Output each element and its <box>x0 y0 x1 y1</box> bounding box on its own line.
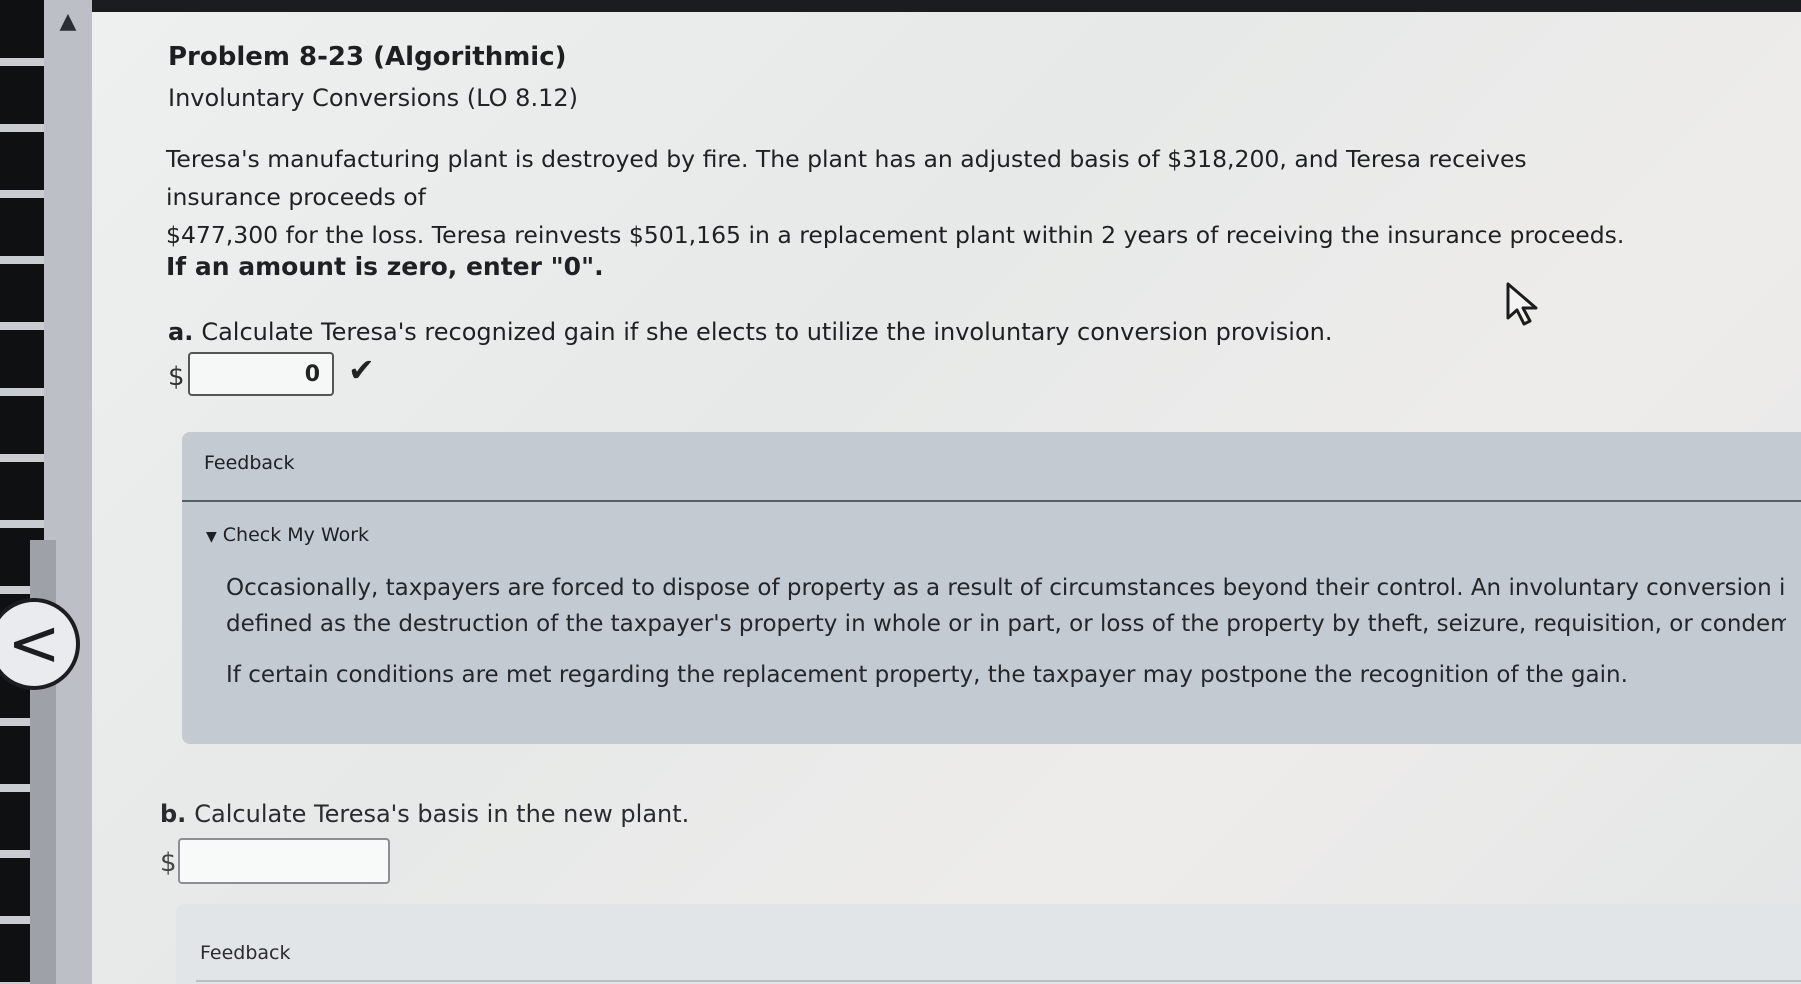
currency-symbol-a: $ <box>168 362 185 392</box>
question-b-text: Calculate Teresa's basis in the new plan… <box>194 800 690 828</box>
feedback-paragraph-1: Occasionally, taxpayers are forced to di… <box>226 570 1786 642</box>
question-a-letter: a. <box>168 318 194 346</box>
question-b: b. Calculate Teresa's basis in the new pl… <box>160 800 689 828</box>
scroll-up-icon[interactable]: ▲ <box>44 8 92 48</box>
instruction-text: If an amount is zero, enter "0". <box>166 252 604 281</box>
problem-text-line1: Teresa's manufacturing plant is destroye… <box>166 145 1527 211</box>
check-my-work-toggle[interactable]: ▼ Check My Work <box>206 524 369 546</box>
answer-b-input[interactable] <box>178 838 390 884</box>
main-content: Problem 8-23 (Algorithmic) Involuntary C… <box>92 12 1801 984</box>
checkmark-icon: ✔ <box>348 351 375 389</box>
answer-a-input[interactable] <box>188 352 334 396</box>
chevron-left-icon: < <box>7 607 61 681</box>
feedback-line-2: defined as the destruction of the taxpay… <box>226 611 1786 637</box>
currency-symbol-b: $ <box>160 848 177 878</box>
problem-text-line2: $477,300 for the loss. Teresa reinvests … <box>166 221 1625 249</box>
question-a-text: Calculate Teresa's recognized gain if sh… <box>201 318 1333 346</box>
problem-subtitle: Involuntary Conversions (LO 8.12) <box>168 84 578 112</box>
feedback-divider-a <box>182 500 1801 502</box>
feedback-panel-a: Feedback ▼ Check My Work Occasionally, ta… <box>182 432 1801 744</box>
feedback-paragraph-2: If certain conditions are met regarding … <box>226 662 1628 688</box>
feedback-divider-b <box>196 980 1801 982</box>
mouse-cursor-icon <box>1506 282 1538 326</box>
question-a: a. Calculate Teresa's recognized gain if … <box>168 318 1332 346</box>
question-b-letter: b. <box>160 800 187 828</box>
problem-title: Problem 8-23 (Algorithmic) <box>168 42 567 72</box>
check-my-work-label: Check My Work <box>222 524 370 546</box>
problem-statement: Teresa's manufacturing plant is destroye… <box>166 140 1646 254</box>
feedback-panel-b: Feedback <box>176 904 1801 984</box>
caret-down-icon: ▼ <box>206 529 217 545</box>
feedback-heading-a: Feedback <box>204 452 295 474</box>
feedback-line-1: Occasionally, taxpayers are forced to di… <box>226 575 1786 601</box>
feedback-heading-b: Feedback <box>200 942 291 964</box>
